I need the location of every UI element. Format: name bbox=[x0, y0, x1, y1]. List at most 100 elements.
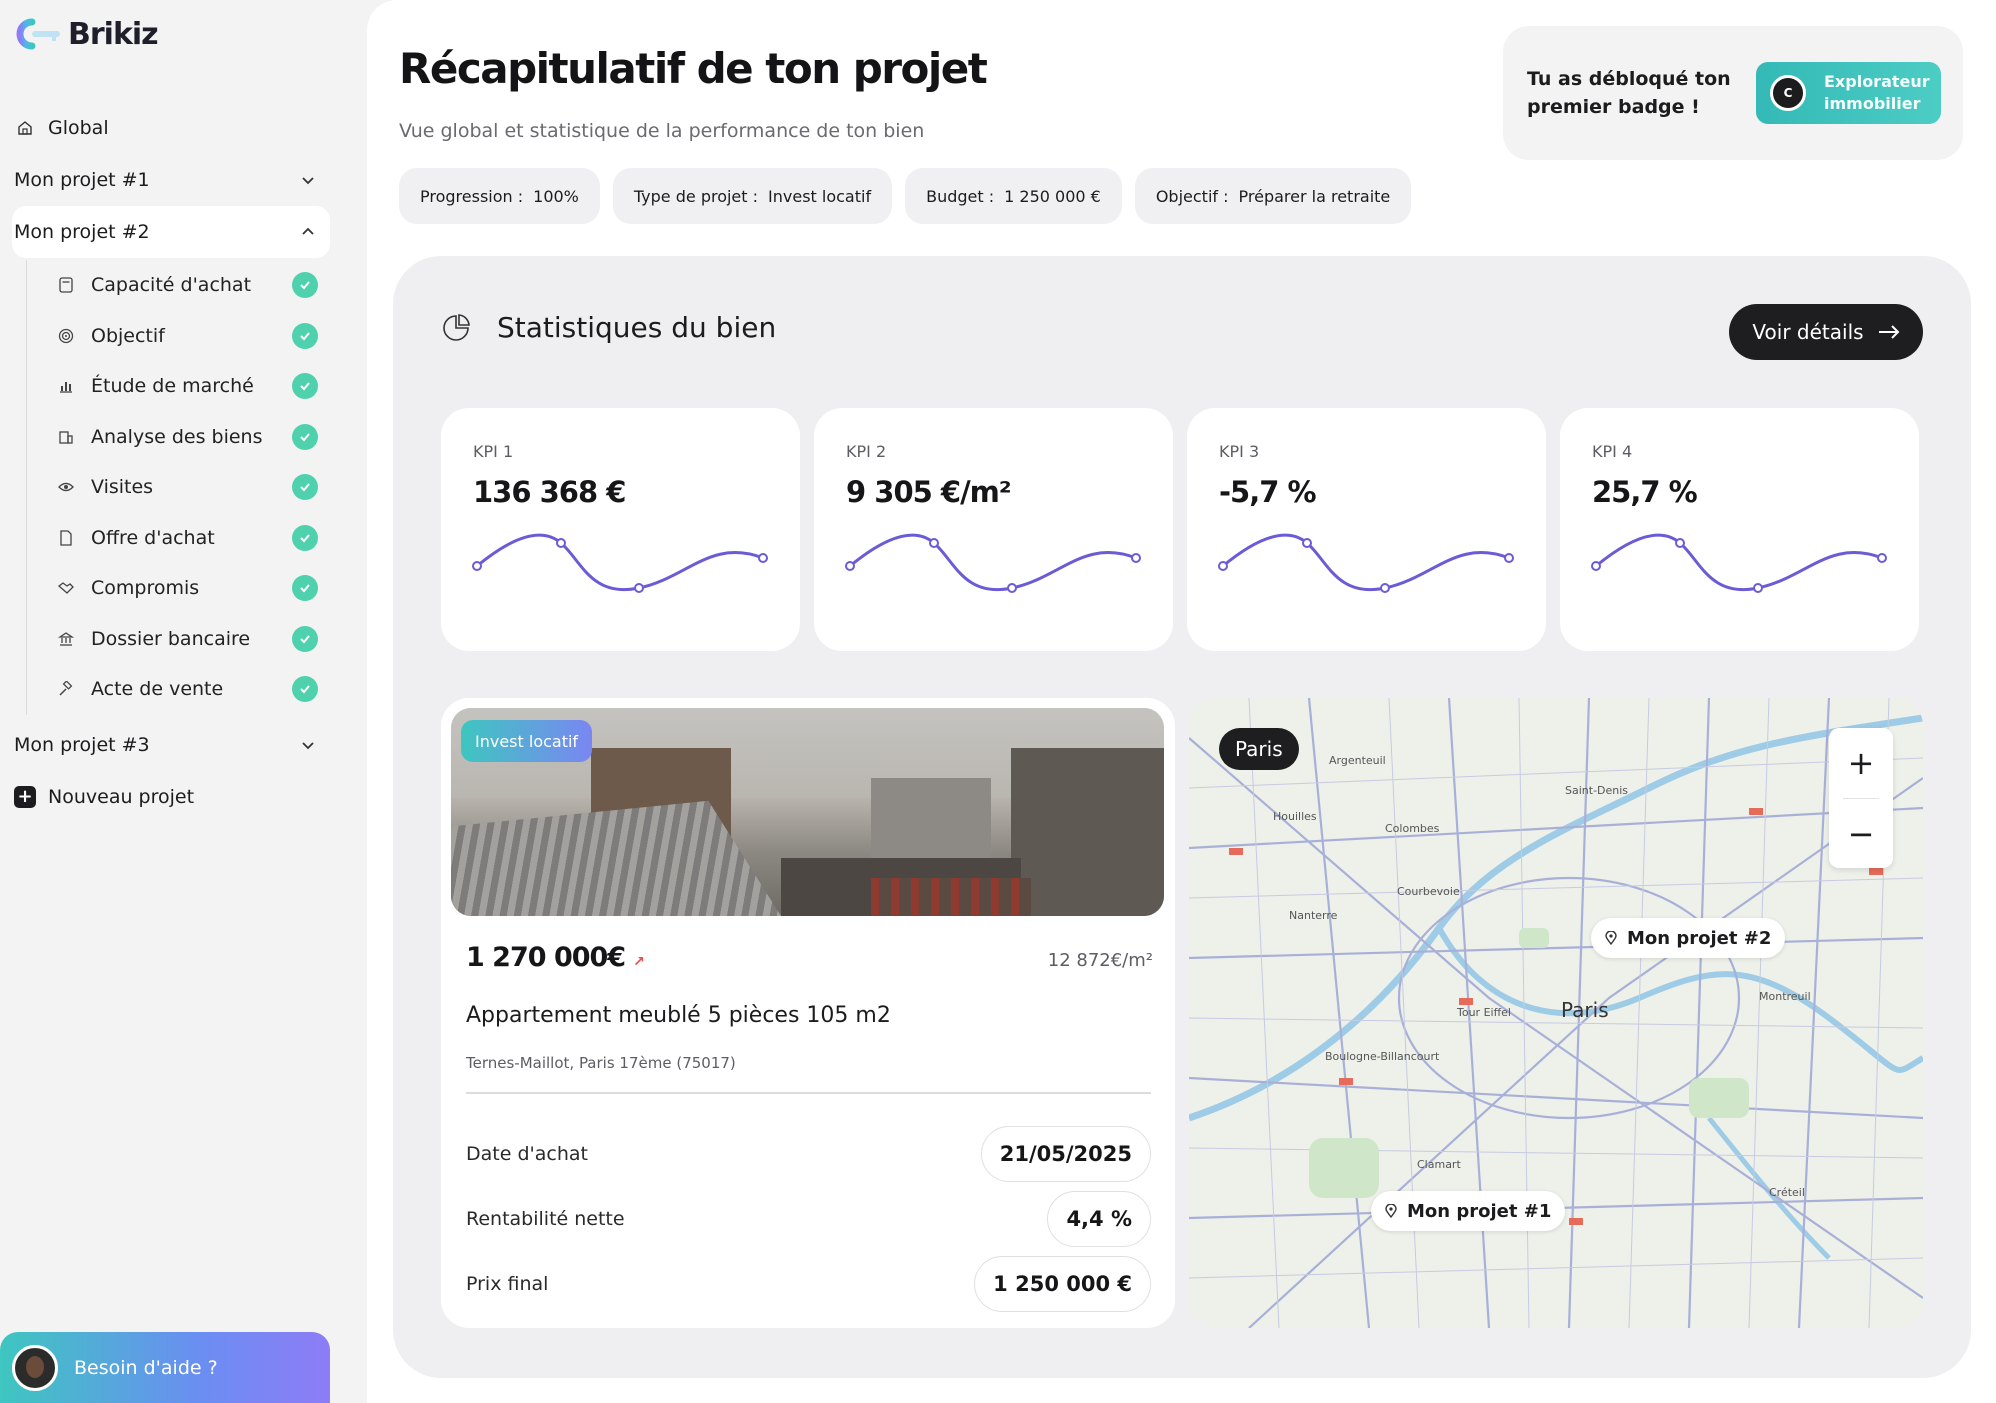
see-details-button[interactable]: Voir détails bbox=[1729, 304, 1923, 360]
bank-icon bbox=[57, 630, 75, 648]
new-project-label: Nouveau projet bbox=[48, 785, 195, 808]
kpi-card[interactable]: KPI 1 136 368 € bbox=[441, 408, 800, 651]
calculator-icon bbox=[57, 276, 75, 294]
step-etude[interactable]: Étude de marché bbox=[57, 361, 330, 412]
map-city-badge: Paris bbox=[1219, 728, 1299, 770]
kpi-card[interactable]: KPI 2 9 305 €/m² bbox=[814, 408, 1173, 651]
brand-logo[interactable]: Brikiz bbox=[14, 16, 159, 52]
step-visites[interactable]: Visites bbox=[57, 462, 330, 513]
chart-icon bbox=[57, 377, 75, 395]
zoom-in-button[interactable]: + bbox=[1829, 728, 1893, 798]
step-label: Offre d'achat bbox=[91, 526, 215, 549]
property-price-per-m2: 12 872€/m² bbox=[1047, 950, 1153, 971]
project-chips: Progression :100% Type de projet : Invest… bbox=[399, 168, 1412, 224]
kpi-card[interactable]: KPI 4 25,7 % bbox=[1560, 408, 1919, 651]
kpi-sparkline bbox=[845, 533, 1141, 593]
map-label: Argenteuil bbox=[1329, 754, 1386, 767]
step-label: Étude de marché bbox=[91, 375, 254, 398]
map-label: Clamart bbox=[1417, 1158, 1461, 1171]
step-capacite[interactable]: Capacité d'achat bbox=[57, 260, 330, 311]
detail-value: 1 250 000 € bbox=[974, 1256, 1151, 1312]
project-steps: Capacité d'achat Objectif Étude de march… bbox=[26, 260, 330, 715]
detail-row: Prix final 1 250 000 € bbox=[466, 1256, 1151, 1312]
chip-progression: Progression :100% bbox=[399, 168, 600, 224]
avatar bbox=[12, 1344, 58, 1391]
sidebar-item-label: Mon projet #1 bbox=[14, 169, 150, 191]
sidebar-project-1[interactable]: Mon projet #1 bbox=[12, 154, 330, 206]
sidebar-project-2[interactable]: Mon projet #2 bbox=[12, 206, 330, 258]
kpi-sparkline bbox=[1218, 533, 1514, 593]
map-label: Montreuil bbox=[1759, 990, 1811, 1003]
kpi-value: 136 368 € bbox=[473, 475, 626, 509]
badge-pill[interactable]: C Explorateur immobilier bbox=[1756, 62, 1941, 124]
chip-type: Type de projet : Invest locatif bbox=[612, 168, 893, 224]
document-icon bbox=[57, 529, 75, 547]
chevron-down-icon bbox=[302, 177, 314, 185]
main-panel: Récapitulatif de ton projet Vue global e… bbox=[367, 0, 1996, 1403]
step-offre[interactable]: Offre d'achat bbox=[57, 513, 330, 564]
property-tag: Invest locatif bbox=[461, 720, 593, 762]
chip-objectif: Objectif : Préparer la retraite bbox=[1134, 168, 1412, 224]
sidebar-project-3[interactable]: Mon projet #3 bbox=[12, 719, 330, 771]
map-label: Paris bbox=[1561, 998, 1609, 1022]
step-analyse[interactable]: Analyse des biens bbox=[57, 412, 330, 463]
check-icon bbox=[292, 373, 318, 400]
step-acte[interactable]: Acte de vente bbox=[57, 664, 330, 715]
handshake-icon bbox=[57, 579, 75, 597]
badge-card: Tu as débloqué ton premier badge ! C Exp… bbox=[1503, 26, 1963, 160]
check-icon bbox=[292, 423, 318, 450]
kpi-card[interactable]: KPI 3 -5,7 % bbox=[1187, 408, 1546, 651]
chevron-up-icon bbox=[302, 227, 314, 235]
kpi-label: KPI 4 bbox=[1592, 442, 1633, 461]
sidebar-item-label: Mon projet #2 bbox=[14, 221, 150, 243]
page-title: Récapitulatif de ton projet bbox=[399, 44, 988, 93]
map-label: Boulogne-Billancourt bbox=[1325, 1050, 1440, 1063]
step-label: Visites bbox=[91, 476, 154, 499]
location-pin-icon bbox=[1385, 1204, 1397, 1218]
map-pin-project-2[interactable]: Mon projet #2 bbox=[1591, 918, 1786, 958]
new-project-button[interactable]: + Nouveau projet bbox=[12, 771, 330, 823]
kpi-row: KPI 1 136 368 € KPI 2 9 305 €/m² KPI 3 -… bbox=[441, 408, 1919, 651]
map-label: Créteil bbox=[1769, 1186, 1805, 1199]
step-objectif[interactable]: Objectif bbox=[57, 311, 330, 362]
target-icon bbox=[57, 327, 75, 345]
property-address: Ternes-Maillot, Paris 17ème (75017) bbox=[466, 1054, 736, 1072]
step-compromis[interactable]: Compromis bbox=[57, 563, 330, 614]
stats-header: Statistiques du bien bbox=[441, 311, 776, 344]
badge-name-line2: immobilier bbox=[1824, 94, 1921, 113]
kpi-sparkline bbox=[1591, 533, 1887, 593]
stats-title: Statistiques du bien bbox=[497, 311, 777, 344]
sidebar-item-global[interactable]: Global bbox=[12, 102, 330, 154]
detail-value: 21/05/2025 bbox=[980, 1126, 1151, 1182]
badge-coin-icon: C bbox=[1770, 75, 1806, 111]
map-label: Tour Eiffel bbox=[1457, 1006, 1511, 1019]
see-details-label: Voir détails bbox=[1752, 320, 1864, 344]
trend-up-icon: ↗ bbox=[633, 954, 645, 970]
home-icon bbox=[14, 117, 36, 139]
divider bbox=[466, 1092, 1151, 1094]
map-label: Houilles bbox=[1273, 810, 1317, 823]
check-icon bbox=[292, 575, 318, 602]
step-dossier[interactable]: Dossier bancaire bbox=[57, 614, 330, 665]
page-subtitle: Vue global et statistique de la performa… bbox=[399, 120, 925, 142]
detail-value: 4,4 % bbox=[1047, 1191, 1151, 1247]
map-label: Saint-Denis bbox=[1565, 784, 1629, 797]
logo-icon bbox=[16, 18, 60, 50]
chip-budget: Budget :1 250 000 € bbox=[905, 168, 1122, 224]
check-icon bbox=[292, 272, 318, 299]
chevron-down-icon bbox=[302, 741, 314, 749]
check-icon bbox=[292, 474, 318, 501]
badge-name-line1: Explorateur bbox=[1824, 72, 1930, 91]
zoom-out-button[interactable]: − bbox=[1829, 799, 1893, 869]
map-pin-project-1[interactable]: Mon projet #1 bbox=[1371, 1191, 1566, 1231]
badge-text: Tu as débloqué ton premier badge ! bbox=[1527, 68, 1731, 118]
map-view[interactable]: Argenteuil Saint-Denis Nanterre Paris Bo… bbox=[1189, 698, 1923, 1328]
map-zoom-controls: + − bbox=[1829, 728, 1893, 868]
location-pin-icon bbox=[1605, 931, 1617, 945]
sidebar-item-label: Mon projet #3 bbox=[14, 733, 150, 756]
kpi-value: 25,7 % bbox=[1592, 475, 1698, 509]
kpi-value: -5,7 % bbox=[1219, 475, 1317, 509]
step-label: Capacité d'achat bbox=[91, 274, 252, 297]
help-button[interactable]: Besoin d'aide ? bbox=[0, 1332, 330, 1403]
property-card[interactable]: Invest locatif 1 270 000€ ↗ 12 872€/m² Ap… bbox=[441, 698, 1175, 1328]
